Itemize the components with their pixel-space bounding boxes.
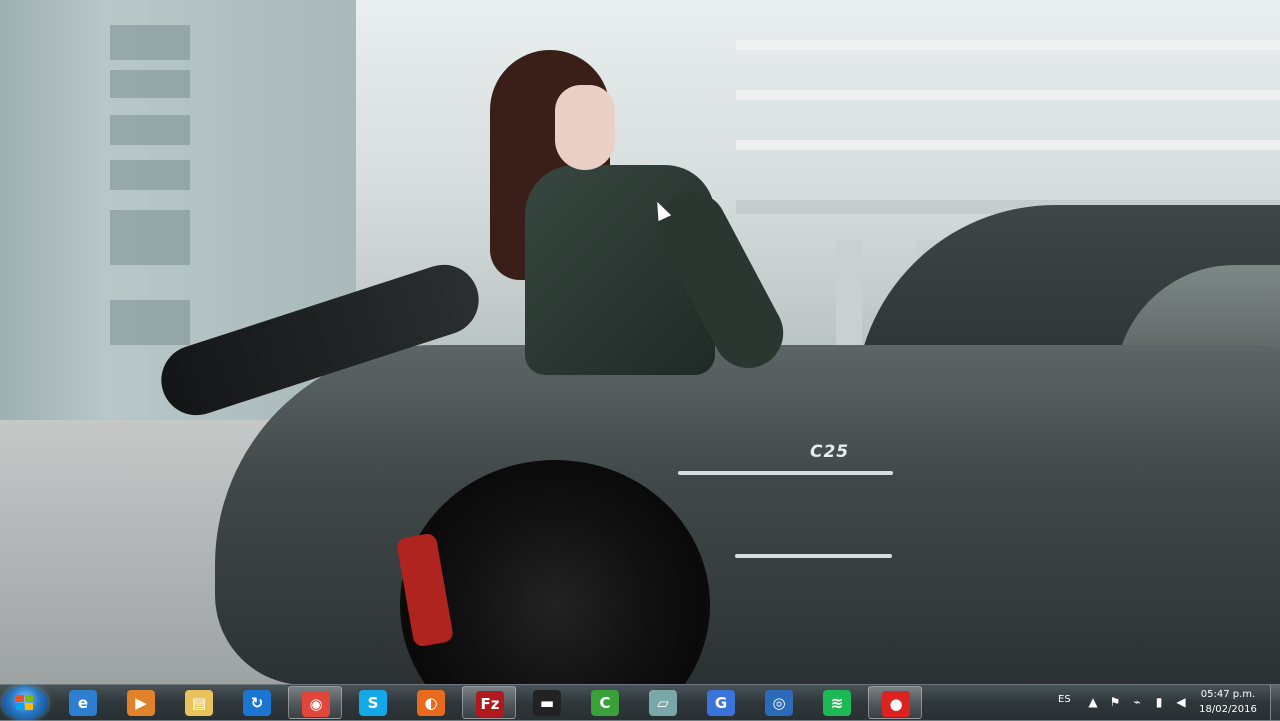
taskbar-button-filezilla[interactable]: Fz	[462, 686, 516, 719]
filezilla-icon: Fz	[476, 691, 504, 717]
taskbar-button-camtasia[interactable]: C	[578, 686, 632, 719]
blue-app-icon: G	[707, 690, 735, 716]
disc-app-icon: ◎	[765, 690, 793, 716]
media-player-icon: ▶	[127, 690, 155, 716]
taskbar-button-notepad[interactable]: ▱	[636, 686, 690, 719]
taskbar-button-ccleaner[interactable]: ↻	[230, 686, 284, 719]
taskbar: e ▶ ▤ ↻ ◉ S ◐ Fz ▬ C ▱ G ◎ ≋ ● ES ▲ ⚑ ⌁ ▮ ◀ 05:47 p.m.…	[0, 684, 1280, 721]
device-icon: ▬	[533, 690, 561, 716]
taskbar-button-record[interactable]: ●	[868, 686, 922, 719]
chrome-icon: ◉	[302, 691, 330, 717]
taskbar-button-explorer[interactable]: ▤	[172, 686, 226, 719]
taskbar-button-skype[interactable]: S	[346, 686, 400, 719]
clock-date[interactable]: 18/02/2016	[1196, 704, 1260, 715]
spotify-icon: ≋	[823, 690, 851, 716]
camtasia-icon: C	[591, 690, 619, 716]
chevron-up-icon[interactable]: ▲	[1086, 695, 1100, 709]
taskbar-button-device[interactable]: ▬	[520, 686, 574, 719]
start-button[interactable]	[2, 686, 48, 720]
flag-icon[interactable]: ⚑	[1108, 695, 1122, 709]
desktop-wallpaper: C25	[0, 0, 1280, 684]
show-desktop-button[interactable]	[1270, 685, 1280, 721]
language-indicator[interactable]: ES	[1058, 694, 1071, 705]
notepad-icon: ▱	[649, 690, 677, 716]
taskbar-button-ie[interactable]: e	[56, 686, 110, 719]
firefox-icon: ◐	[417, 690, 445, 716]
taskbar-button-media[interactable]: ▶	[114, 686, 168, 719]
taskbar-button-app-blue[interactable]: G	[694, 686, 748, 719]
signal-icon[interactable]: ▮	[1152, 695, 1166, 709]
file-explorer-icon: ▤	[185, 690, 213, 716]
skype-icon: S	[359, 690, 387, 716]
plug-icon[interactable]: ⌁	[1130, 695, 1144, 709]
taskbar-button-disc[interactable]: ◎	[752, 686, 806, 719]
windows-logo-icon	[16, 695, 34, 711]
taskbar-button-chrome[interactable]: ◉	[288, 686, 342, 719]
internet-explorer-icon: e	[69, 690, 97, 716]
person	[145, 45, 865, 485]
refresh-app-icon: ↻	[243, 690, 271, 716]
clock-time[interactable]: 05:47 p.m.	[1196, 689, 1260, 700]
volume-icon[interactable]: ◀	[1174, 695, 1188, 709]
taskbar-button-firefox[interactable]: ◐	[404, 686, 458, 719]
record-icon: ●	[882, 691, 910, 717]
taskbar-button-spotify[interactable]: ≋	[810, 686, 864, 719]
